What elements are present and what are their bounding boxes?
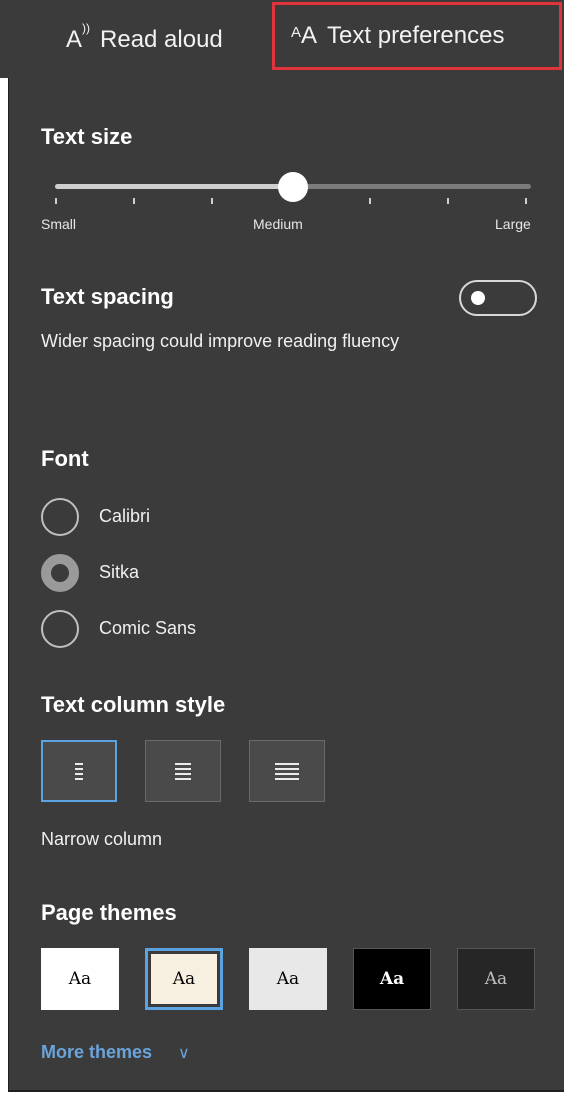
font-radio-calibri[interactable] (41, 498, 79, 536)
theme-black[interactable]: Aa (353, 948, 431, 1010)
text-size-mid-label: Medium (253, 216, 303, 232)
slider-tick (447, 198, 449, 204)
font-radio-sitka[interactable] (41, 554, 79, 592)
reader-toolbar: A)) Read aloud AA Text preferences (0, 0, 564, 78)
text-preferences-panel: Text size Small Medium Large Text spacin… (8, 78, 564, 1092)
text-spacing-toggle[interactable] (459, 280, 537, 316)
wide-column-icon (275, 762, 299, 780)
font-heading: Font (41, 446, 89, 471)
more-themes-label: More themes (41, 1042, 153, 1062)
medium-column-icon (175, 762, 191, 780)
theme-light-gray[interactable]: Aa (249, 948, 327, 1010)
slider-tick (211, 198, 213, 204)
slider-tick (525, 198, 527, 204)
narrow-column-button[interactable] (41, 740, 117, 802)
font-option-comic-sans-label[interactable]: Comic Sans (99, 618, 196, 639)
toggle-knob (471, 291, 485, 305)
column-style-caption: Narrow column (41, 829, 163, 849)
font-option-sitka-label[interactable]: Sitka (99, 562, 139, 583)
text-size-slider-fill (55, 184, 293, 189)
tab-text-preferences[interactable]: AA Text preferences (272, 2, 562, 70)
page-themes-heading: Page themes (41, 900, 177, 925)
column-style-heading: Text column style (41, 692, 226, 717)
theme-white[interactable]: Aa (41, 948, 119, 1010)
read-aloud-icon: A)) (66, 21, 91, 53)
tab-read-aloud-label: Read aloud (100, 26, 223, 53)
wide-column-button[interactable] (249, 740, 325, 802)
chevron-down-icon: ∨ (178, 1044, 190, 1062)
tab-read-aloud[interactable]: A)) Read aloud (66, 14, 223, 66)
medium-column-button[interactable] (145, 740, 221, 802)
more-themes-link[interactable]: More themes ∨ (41, 1042, 190, 1063)
text-size-max-label: Large (495, 216, 531, 232)
font-option-calibri-label[interactable]: Calibri (99, 506, 150, 527)
text-size-min-label: Small (41, 216, 77, 232)
text-preferences-icon: AA (291, 22, 318, 49)
slider-tick (369, 198, 371, 204)
slider-tick (55, 198, 57, 204)
theme-dark[interactable]: Aa (457, 948, 535, 1010)
text-size-heading: Text size (41, 124, 133, 149)
theme-sepia[interactable]: Aa (145, 948, 223, 1010)
text-spacing-heading: Text spacing (41, 284, 174, 309)
text-size-slider-thumb[interactable] (278, 172, 308, 202)
slider-tick (133, 198, 135, 204)
tab-text-preferences-label: Text preferences (327, 22, 505, 49)
font-radio-comic-sans[interactable] (41, 610, 79, 648)
narrow-column-icon (75, 762, 83, 780)
text-spacing-description: Wider spacing could improve reading flue… (41, 331, 400, 351)
